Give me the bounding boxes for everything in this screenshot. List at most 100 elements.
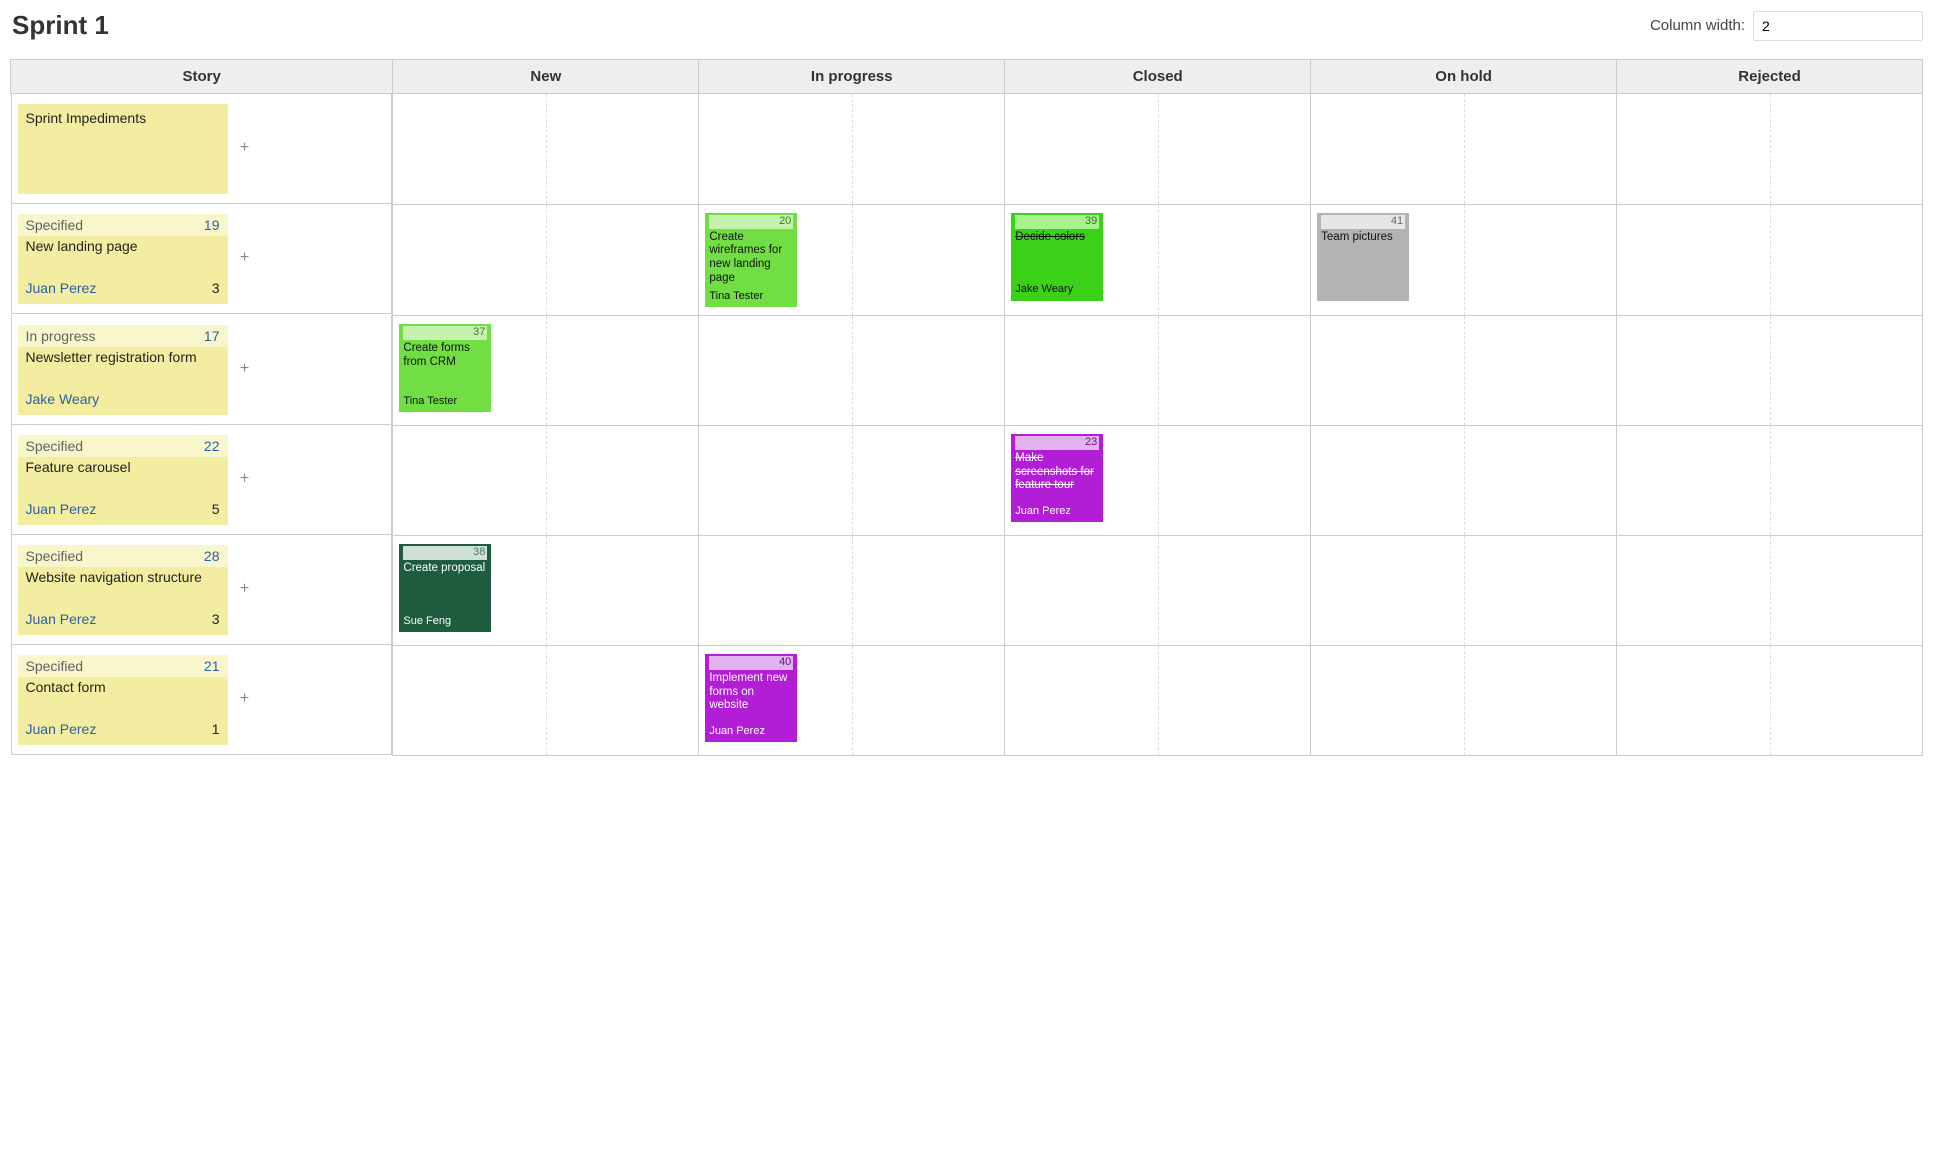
lane-on_hold[interactable] xyxy=(1311,535,1617,645)
lane-on_hold[interactable] xyxy=(1311,315,1617,425)
lane-new[interactable] xyxy=(393,425,699,535)
task-title: Decide colors xyxy=(1015,231,1099,245)
story-title: Feature carousel xyxy=(26,459,220,475)
task-assignee xyxy=(1321,293,1405,297)
lane-rejected[interactable] xyxy=(1617,645,1923,755)
task-id: 23 xyxy=(1015,436,1099,450)
story-card[interactable]: In progress 17 Newsletter registration for… xyxy=(18,325,228,415)
lane-new[interactable] xyxy=(393,94,699,205)
task-card[interactable]: 37 Create forms from CRM Tina Tester xyxy=(399,324,491,412)
task-assignee: Tina Tester xyxy=(403,391,487,408)
story-card[interactable]: Specified22Feature carouselJuan Perez5 xyxy=(18,435,228,525)
story-status: Specified xyxy=(26,217,84,233)
board-row: Specified 19 New landing page Juan Perez 3 +2… xyxy=(11,204,1923,315)
story-assignee[interactable]: Jake Weary xyxy=(26,391,100,407)
col-header-closed: Closed xyxy=(1005,60,1311,94)
story-cell: Sprint Impediments + xyxy=(11,94,393,204)
lane-rejected[interactable] xyxy=(1617,94,1923,205)
lane-rejected[interactable] xyxy=(1617,315,1923,425)
add-task-button[interactable]: + xyxy=(236,691,254,709)
task-card[interactable]: 20Create wireframes for new landing page… xyxy=(705,213,797,307)
lane-closed[interactable] xyxy=(1005,535,1311,645)
story-status: Specified xyxy=(26,658,84,674)
task-card[interactable]: 40 Implement new forms on website Juan Per… xyxy=(705,654,797,742)
lane-closed[interactable] xyxy=(1005,94,1311,205)
col-header-on-hold: On hold xyxy=(1311,60,1617,94)
task-id: 38 xyxy=(403,546,487,560)
task-assignee: Juan Perez xyxy=(1015,501,1099,518)
lane-closed[interactable]: 23 Make screenshots for feature tour Juan … xyxy=(1005,425,1311,535)
lane-in_progress[interactable]: 20Create wireframes for new landing page… xyxy=(699,204,1005,315)
story-title: Contact form xyxy=(26,679,220,695)
story-id: 22 xyxy=(204,438,220,454)
task-id: 40 xyxy=(709,656,793,670)
story-card[interactable]: Specified 19 New landing page Juan Perez 3 xyxy=(18,214,228,304)
lane-in_progress[interactable] xyxy=(699,94,1005,205)
story-id: 28 xyxy=(204,548,220,564)
board-row: Specified22Feature carouselJuan Perez5+2… xyxy=(11,425,1923,535)
story-title: New landing page xyxy=(26,238,220,254)
story-status: In progress xyxy=(26,328,96,344)
task-card[interactable]: 39Decide colorsJake Weary xyxy=(1011,213,1103,301)
page-title: Sprint 1 xyxy=(12,10,109,41)
story-cell: Specified22Feature carouselJuan Perez5+ xyxy=(11,425,393,535)
story-card[interactable]: Specified21Contact formJuan Perez1 xyxy=(18,655,228,745)
story-status: Specified xyxy=(26,438,84,454)
story-assignee[interactable]: Juan Perez xyxy=(26,501,97,517)
column-width-control: Column width: xyxy=(1650,11,1923,41)
column-width-input[interactable] xyxy=(1753,11,1923,41)
story-assignee[interactable]: Juan Perez xyxy=(26,611,97,627)
lane-closed[interactable] xyxy=(1005,645,1311,755)
add-task-button[interactable]: + xyxy=(236,361,254,379)
lane-closed[interactable] xyxy=(1005,315,1311,425)
story-id: 17 xyxy=(204,328,220,344)
lane-rejected[interactable] xyxy=(1617,425,1923,535)
lane-in_progress[interactable] xyxy=(699,535,1005,645)
lane-on_hold[interactable] xyxy=(1311,94,1617,205)
task-title: Implement new forms on website xyxy=(709,672,793,713)
lane-new[interactable] xyxy=(393,204,699,315)
lane-new[interactable]: 37 Create forms from CRM Tina Tester xyxy=(393,315,699,425)
lane-in_progress[interactable]: 40 Implement new forms on website Juan Per… xyxy=(699,645,1005,755)
add-task-button[interactable]: + xyxy=(236,140,254,158)
board-row: Specified28Website navigation structureJ… xyxy=(11,535,1923,645)
add-task-button[interactable]: + xyxy=(236,471,254,489)
task-card[interactable]: 41Team pictures xyxy=(1317,213,1409,301)
story-id: 21 xyxy=(204,658,220,674)
lane-rejected[interactable] xyxy=(1617,204,1923,315)
task-id: 41 xyxy=(1321,215,1405,229)
task-assignee: Sue Feng xyxy=(403,611,487,628)
task-assignee: Juan Perez xyxy=(709,721,793,738)
lane-rejected[interactable] xyxy=(1617,535,1923,645)
add-task-button[interactable]: + xyxy=(236,250,254,268)
story-points: 3 xyxy=(212,280,220,296)
lane-new[interactable] xyxy=(393,645,699,755)
story-status: Specified xyxy=(26,548,84,564)
lane-closed[interactable]: 39Decide colorsJake Weary xyxy=(1005,204,1311,315)
story-card[interactable]: Sprint Impediments xyxy=(18,104,228,194)
story-assignee[interactable]: Juan Perez xyxy=(26,280,97,296)
story-title: Newsletter registration form xyxy=(26,349,220,365)
task-title: Make screenshots for feature tour xyxy=(1015,452,1099,493)
lane-in_progress[interactable] xyxy=(699,315,1005,425)
lane-new[interactable]: 38Create proposalSue Feng xyxy=(393,535,699,645)
task-title: Create wireframes for new landing page xyxy=(709,231,793,286)
story-cell: Specified28Website navigation structureJ… xyxy=(11,535,393,645)
task-title: Create forms from CRM xyxy=(403,342,487,370)
story-id: 19 xyxy=(204,217,220,233)
lane-on_hold[interactable] xyxy=(1311,425,1617,535)
story-assignee[interactable]: Juan Perez xyxy=(26,721,97,737)
lane-on_hold[interactable]: 41Team pictures xyxy=(1311,204,1617,315)
story-cell: Specified 19 New landing page Juan Perez 3 + xyxy=(11,204,393,314)
task-assignee: Jake Weary xyxy=(1015,279,1099,296)
lane-in_progress[interactable] xyxy=(699,425,1005,535)
task-card[interactable]: 23 Make screenshots for feature tour Juan … xyxy=(1011,434,1103,522)
task-card[interactable]: 38Create proposalSue Feng xyxy=(399,544,491,632)
story-card[interactable]: Specified28Website navigation structureJ… xyxy=(18,545,228,635)
col-header-in-progress: In progress xyxy=(699,60,1005,94)
add-task-button[interactable]: + xyxy=(236,581,254,599)
lane-on_hold[interactable] xyxy=(1311,645,1617,755)
column-width-label: Column width: xyxy=(1650,17,1745,34)
task-id: 37 xyxy=(403,326,487,340)
story-title: Sprint Impediments xyxy=(26,110,220,126)
